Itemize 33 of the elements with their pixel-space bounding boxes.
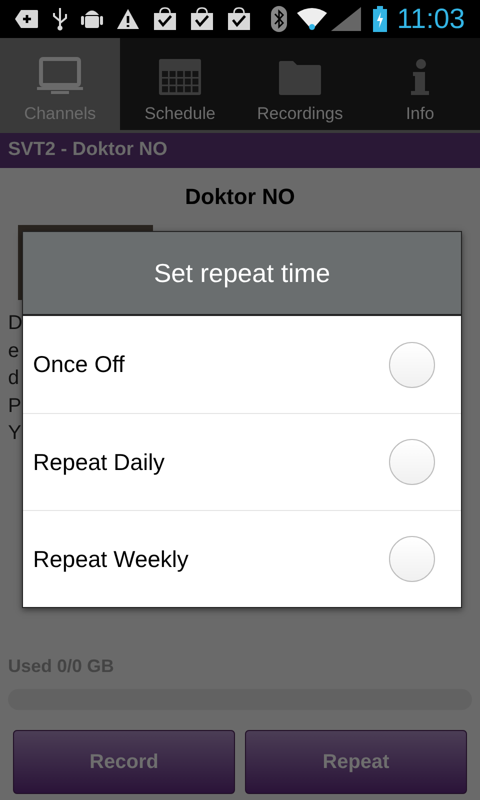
shopping-bag-check-icon (227, 7, 251, 31)
header-title: SVT2 - Doktor NO (8, 138, 168, 162)
calendar-icon (159, 59, 201, 95)
tab[interactable]: Info (360, 38, 480, 130)
plus-tag-icon (15, 9, 39, 29)
shopping-bag-check-icon (190, 7, 214, 31)
description-text: P (8, 394, 22, 418)
usb-icon (52, 7, 68, 31)
monitor-icon (37, 57, 83, 95)
tab[interactable]: Schedule (120, 38, 240, 130)
description-text: d (8, 366, 20, 391)
option-row[interactable]: Repeat Weekly (23, 510, 461, 607)
clock-time: 11:03 (397, 5, 465, 33)
warning-icon (116, 8, 140, 30)
folder-icon (279, 61, 321, 95)
tab[interactable]: Recordings (240, 38, 360, 130)
dialog-title: Set repeat time (154, 256, 330, 290)
description-text: e (8, 338, 20, 364)
info-icon (411, 59, 429, 95)
action-button[interactable]: Repeat (245, 730, 467, 794)
option-row[interactable]: Once Off (23, 316, 461, 413)
description-text: Y (8, 421, 22, 446)
signal-icon (297, 7, 363, 31)
radio-button[interactable] (389, 536, 435, 582)
shopping-bag-check-icon (153, 7, 177, 31)
description-text: D (8, 311, 22, 336)
battery-charging-icon (373, 6, 387, 32)
radio-button[interactable] (389, 342, 435, 388)
program-title: Doktor NO (185, 182, 295, 210)
bluetooth-icon (271, 6, 287, 32)
option-row[interactable]: Repeat Daily (23, 413, 461, 510)
radio-button[interactable] (389, 439, 435, 485)
action-button[interactable]: Record (13, 730, 235, 794)
